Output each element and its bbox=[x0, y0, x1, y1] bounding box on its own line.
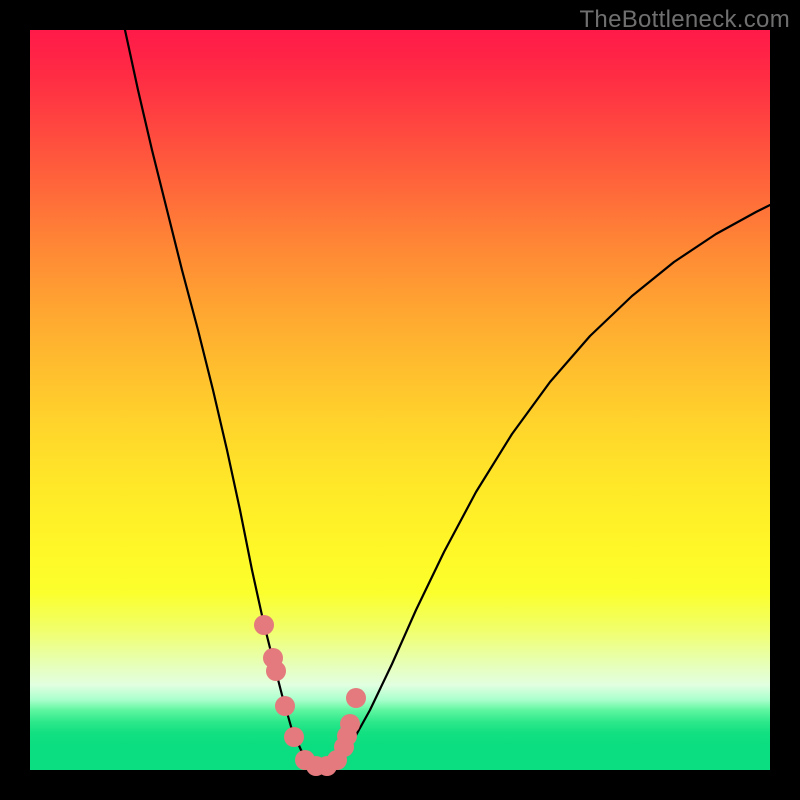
plot-area bbox=[30, 30, 770, 770]
marker-dot bbox=[340, 714, 360, 734]
curve-lines-group bbox=[125, 30, 770, 768]
marker-dot bbox=[254, 615, 274, 635]
left-curve bbox=[125, 30, 318, 768]
marker-dot bbox=[346, 688, 366, 708]
marker-dots-group bbox=[254, 615, 366, 776]
right-curve bbox=[318, 205, 770, 768]
outer-frame: TheBottleneck.com bbox=[0, 0, 800, 800]
watermark-text: TheBottleneck.com bbox=[579, 6, 790, 34]
marker-dot bbox=[266, 661, 286, 681]
chart-svg bbox=[30, 30, 770, 770]
marker-dot bbox=[275, 696, 295, 716]
marker-dot bbox=[284, 727, 304, 747]
